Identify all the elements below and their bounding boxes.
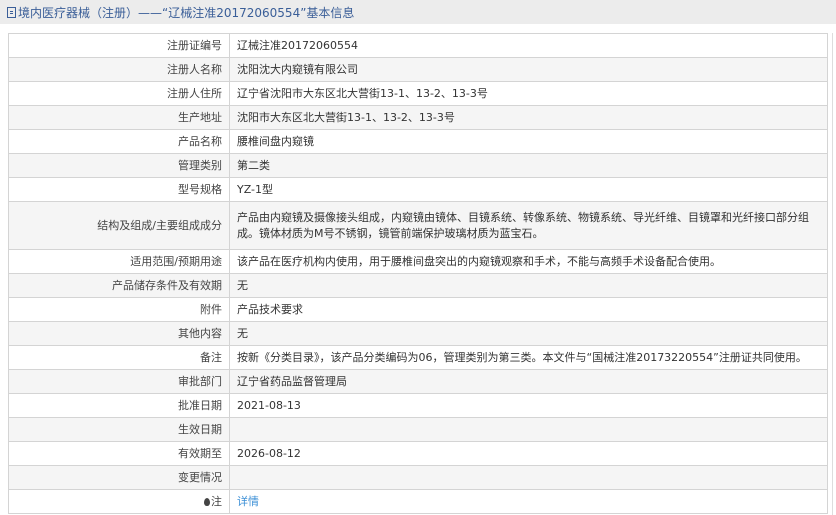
- field-value: 产品技术要求: [229, 297, 828, 322]
- field-label: 管理类别: [8, 153, 230, 178]
- field-value: 2026-08-12: [229, 441, 828, 466]
- field-label: 审批部门: [8, 369, 230, 394]
- field-value: 辽宁省药品监督管理局: [229, 369, 828, 394]
- field-label: 变更情况: [8, 465, 230, 490]
- page-title: 境内医疗器械（注册）——“辽械注准20172060554”基本信息: [18, 5, 355, 20]
- table-row: 其他内容无: [8, 321, 828, 346]
- details-link[interactable]: 详情: [237, 495, 259, 508]
- table-row: 产品名称 腰椎间盘内窥镜: [8, 129, 828, 154]
- field-value: 辽械注准20172060554: [229, 33, 828, 58]
- field-label: 批准日期: [8, 393, 230, 418]
- table-row: 型号规格 YZ-1型: [8, 177, 828, 202]
- field-value: 该产品在医疗机构内使用，用于腰椎间盘突出的内窥镜观察和手术，不能与高频手术设备配…: [229, 249, 828, 274]
- table-row: 有效期至 2026-08-12: [8, 441, 828, 466]
- field-value: [229, 417, 828, 442]
- field-label: 附件: [8, 297, 230, 322]
- field-label: 其他内容: [8, 321, 230, 346]
- field-label: 产品储存条件及有效期: [8, 273, 230, 298]
- table-row: 适用范围/预期用途 该产品在医疗机构内使用，用于腰椎间盘突出的内窥镜观察和手术，不…: [8, 249, 828, 274]
- table-row: 注册人住所 辽宁省沈阳市大东区北大营街13-1、13-2、13-3号: [8, 81, 828, 106]
- table-row: 变更情况: [8, 465, 828, 490]
- scrollbar[interactable]: [832, 33, 833, 515]
- table-row: 产品储存条件及有效期无: [8, 273, 828, 298]
- field-value: 沈阳沈大内窥镜有限公司: [229, 57, 828, 82]
- field-value: YZ-1型: [229, 177, 828, 202]
- field-value: 按新《分类目录》，该产品分类编码为06，管理类别为第三类。本文件与“国械注准20…: [229, 345, 828, 370]
- field-label: 适用范围/预期用途: [8, 249, 230, 274]
- field-label: 产品名称: [8, 129, 230, 154]
- table-row: 批准日期 2021-08-13: [8, 393, 828, 418]
- field-value: 沈阳市大东区北大营街13-1、13-2、13-3号: [229, 105, 828, 130]
- table-row: 生效日期: [8, 417, 828, 442]
- field-label: 备注: [8, 345, 230, 370]
- info-table: 注册证编号 辽械注准20172060554 注册人名称 沈阳沈大内窥镜有限公司 注册人住…: [8, 33, 828, 514]
- field-value: 辽宁省沈阳市大东区北大营街13-1、13-2、13-3号: [229, 81, 828, 106]
- field-label: 注册证编号: [8, 33, 230, 58]
- field-value: 无: [229, 273, 828, 298]
- document-icon: [7, 6, 16, 18]
- field-label: 注册人住所: [8, 81, 230, 106]
- note-value: 详情: [229, 489, 828, 514]
- table-row: 结构及组成/主要组成成分 产品由内窥镜及摄像接头组成，内窥镜由镜体、目镜系统、转像…: [8, 201, 828, 250]
- field-label: 有效期至: [8, 441, 230, 466]
- page-header: 境内医疗器械（注册）——“辽械注准20172060554”基本信息: [0, 0, 836, 24]
- field-value: 腰椎间盘内窥镜: [229, 129, 828, 154]
- note-label: 注: [8, 489, 230, 514]
- field-label: 型号规格: [8, 177, 230, 202]
- table-row: 注册证编号 辽械注准20172060554: [8, 33, 828, 58]
- table-row: 生产地址 沈阳市大东区北大营街13-1、13-2、13-3号: [8, 105, 828, 130]
- table-row: 附件 产品技术要求: [8, 297, 828, 322]
- table-row: 注 详情: [8, 489, 828, 514]
- pin-icon: [204, 497, 210, 506]
- field-label: 生效日期: [8, 417, 230, 442]
- field-value: 2021-08-13: [229, 393, 828, 418]
- field-value: 第二类: [229, 153, 828, 178]
- table-row: 审批部门 辽宁省药品监督管理局: [8, 369, 828, 394]
- table-row: 注册人名称 沈阳沈大内窥镜有限公司: [8, 57, 828, 82]
- field-value: 无: [229, 321, 828, 346]
- field-value: 产品由内窥镜及摄像接头组成，内窥镜由镜体、目镜系统、转像系统、物镜系统、导光纤维…: [229, 201, 828, 250]
- table-row: 管理类别 第二类: [8, 153, 828, 178]
- field-label: 注册人名称: [8, 57, 230, 82]
- field-label: 结构及组成/主要组成成分: [8, 201, 230, 250]
- field-label: 生产地址: [8, 105, 230, 130]
- table-row: 备注 按新《分类目录》，该产品分类编码为06，管理类别为第三类。本文件与“国械注准…: [8, 345, 828, 370]
- field-value: [229, 465, 828, 490]
- note-label-text: 注: [211, 494, 222, 508]
